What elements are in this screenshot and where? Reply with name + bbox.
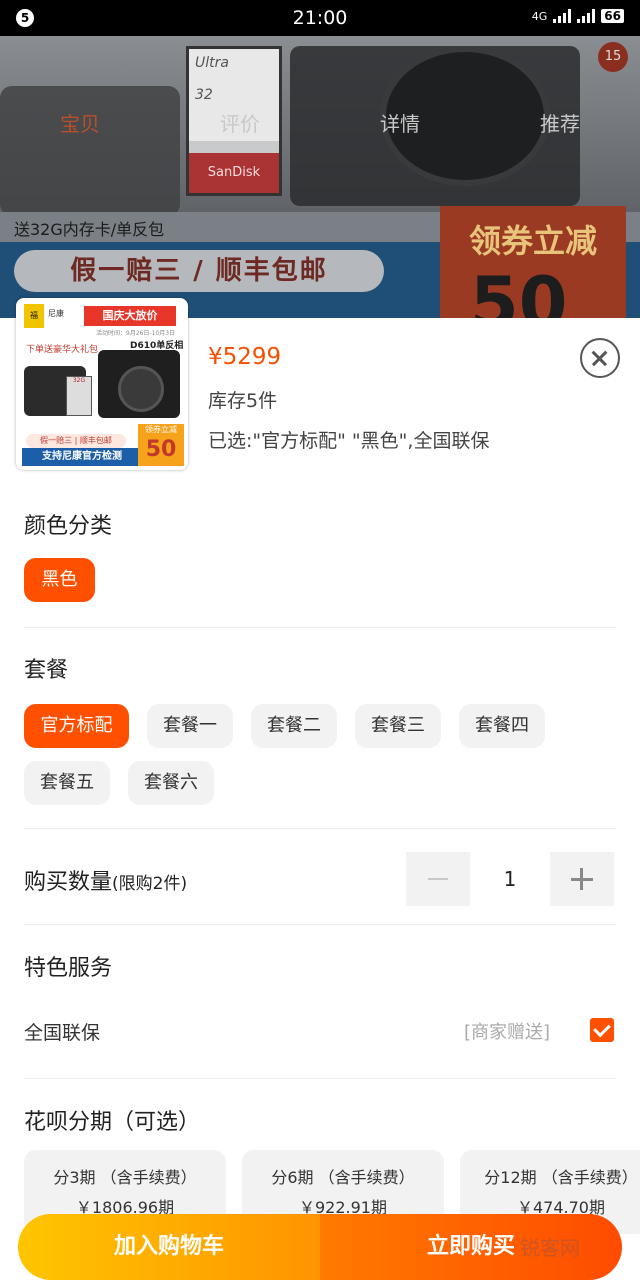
quantity-decrease-button[interactable] — [406, 852, 470, 906]
divider — [24, 1078, 616, 1079]
price: ¥5299 — [208, 344, 282, 370]
divider — [24, 924, 616, 925]
add-to-cart-button[interactable]: 加入购物车 — [18, 1214, 320, 1280]
divider — [24, 627, 616, 628]
close-icon[interactable] — [580, 338, 620, 378]
package-option-2[interactable]: 套餐二 — [251, 704, 337, 748]
promo-pill: 假一赔三 / 顺丰包邮 — [14, 250, 384, 292]
thumb-camera-image — [98, 350, 180, 418]
installment-section-title: 花呗分期（可选） — [24, 1110, 201, 1135]
package-option-3[interactable]: 套餐三 — [355, 704, 441, 748]
background-product-page: Ultra 32 SanDisk 15 宝贝 评价 详情 推荐 送32G内存卡/单… — [0, 36, 640, 318]
selected-summary: 已选:"官方标配" "黑色",全国联保 — [208, 430, 490, 452]
color-option-black[interactable]: 黑色 — [24, 558, 95, 602]
thumb-coupon: 领券立减 50 — [138, 424, 184, 466]
service-note: [商家赠送] — [464, 1022, 551, 1043]
sku-selector-sheet: 福 尼康 国庆大放价 活动时间：9月26日-10月3日 下单送豪华大礼包 D61… — [0, 298, 640, 1280]
divider — [24, 828, 616, 829]
package-option-4[interactable]: 套餐四 — [459, 704, 545, 748]
color-section-title: 颜色分类 — [24, 514, 113, 539]
coupon-graphic: 领券立减 50 — [440, 206, 626, 318]
camera-bag-image — [0, 86, 180, 216]
package-option-5[interactable]: 套餐五 — [24, 761, 110, 805]
tab-reviews: 评价 — [220, 112, 260, 136]
product-tabs: 宝贝 评价 详情 推荐 — [0, 108, 640, 137]
package-option-6[interactable]: 套餐六 — [128, 761, 214, 805]
service-checkbox[interactable] — [590, 1018, 614, 1042]
service-section-title: 特色服务 — [24, 956, 113, 981]
cart-count-badge: 15 — [598, 42, 628, 72]
thumb-banner: 国庆大放价 — [84, 306, 176, 326]
signal-icon-2 — [577, 9, 596, 23]
quantity-value[interactable]: 1 — [470, 852, 550, 906]
thumb-sd-image: 32G — [66, 376, 92, 416]
signal-icon — [553, 9, 572, 23]
battery-icon: 66 — [601, 9, 624, 23]
quantity-increase-button[interactable] — [550, 852, 614, 906]
watermark: 锐客网 — [520, 1236, 580, 1260]
network-label: 4G — [531, 9, 548, 23]
service-label: 全国联保 — [24, 1022, 101, 1044]
package-section-title: 套餐 — [24, 658, 69, 683]
status-icons: 4G 66 — [532, 9, 624, 23]
quantity-limit: (限购2件) — [112, 874, 188, 894]
product-thumbnail[interactable]: 福 尼康 国庆大放价 活动时间：9月26日-10月3日 下单送豪华大礼包 D61… — [16, 298, 188, 470]
tab-item: 宝贝 — [60, 112, 100, 136]
status-bar: 5 21:00 4G 66 — [0, 0, 640, 36]
tab-details: 详情 — [380, 112, 420, 136]
quantity-section-title: 购买数量(限购2件) — [24, 870, 188, 895]
package-option-1[interactable]: 套餐一 — [147, 704, 233, 748]
tab-recommend: 推荐 — [540, 112, 580, 136]
package-option-official[interactable]: 官方标配 — [24, 704, 129, 748]
stock-text: 库存5件 — [208, 390, 278, 412]
